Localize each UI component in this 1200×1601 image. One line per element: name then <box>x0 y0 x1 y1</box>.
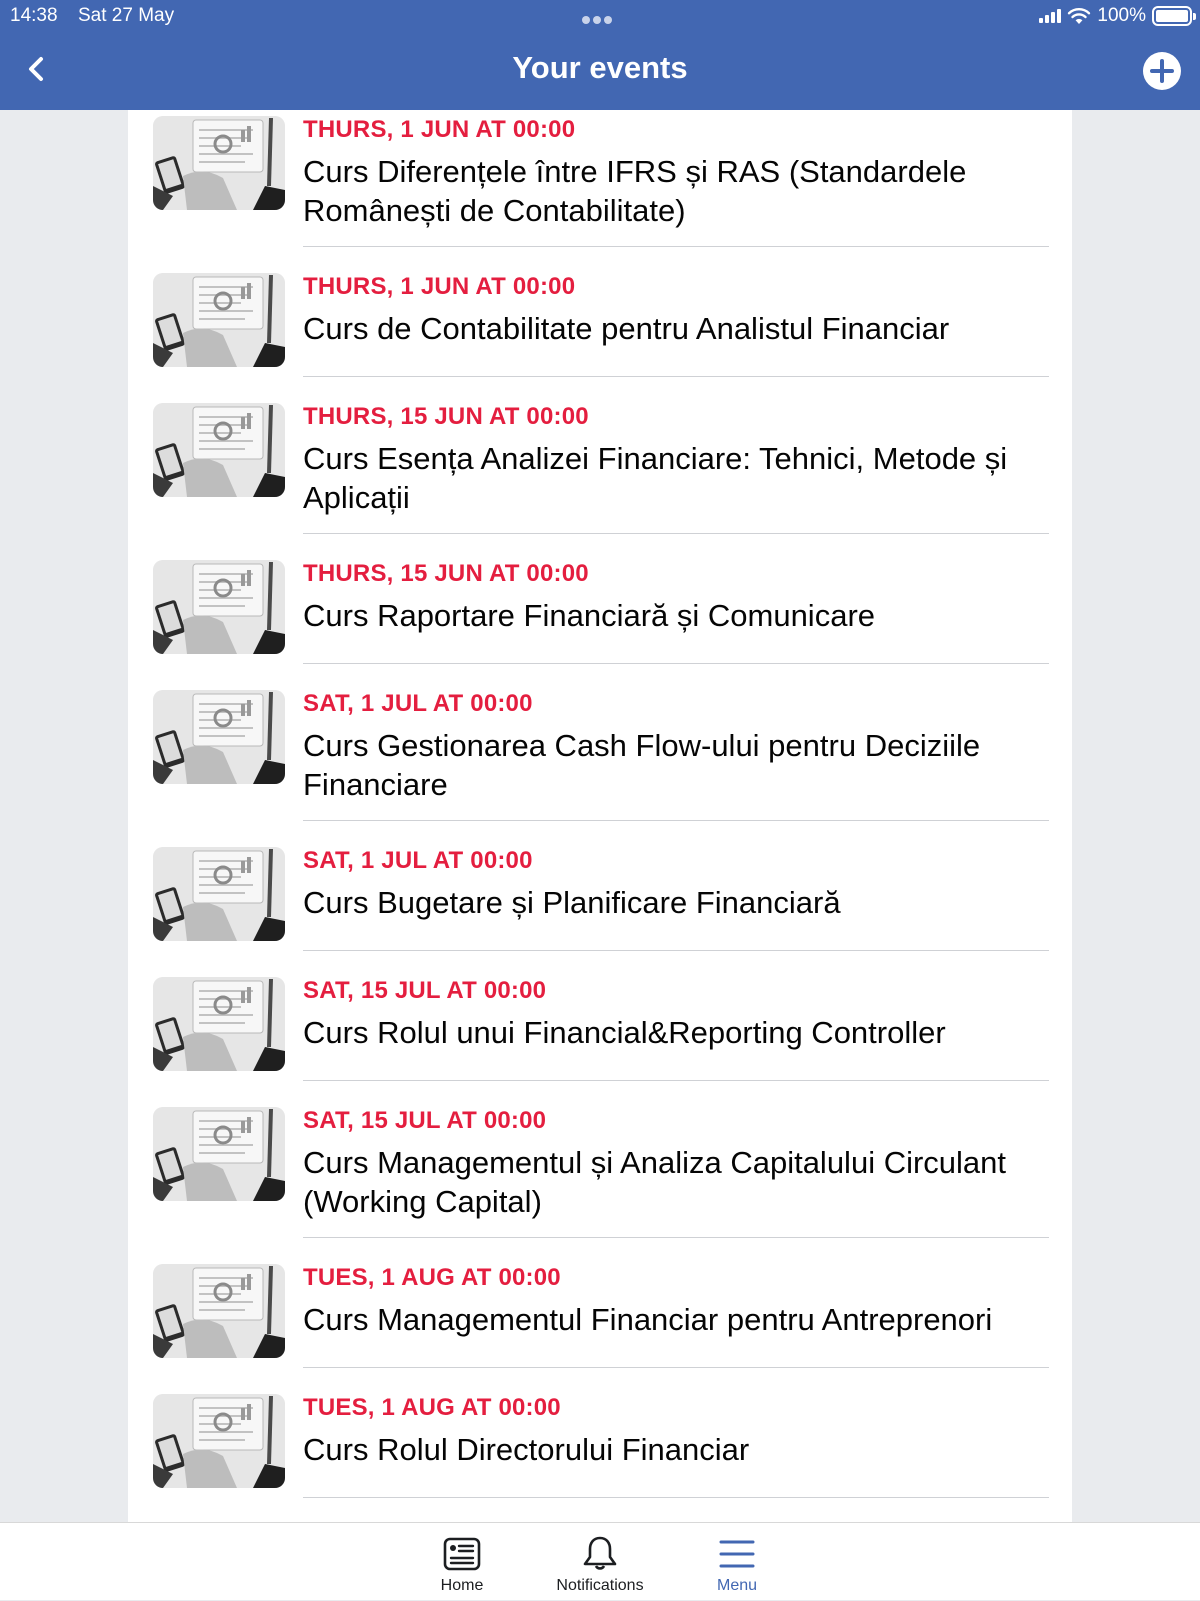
event-text: TUES, 1 AUG AT 00:00 Curs Managementul Fi… <box>303 1264 1048 1339</box>
event-date: SAT, 15 JUL AT 00:00 <box>303 1107 547 1134</box>
event-text: SAT, 1 JUL AT 00:00 Curs Gestionarea Cash… <box>303 690 1048 804</box>
add-event-button[interactable] <box>1143 52 1181 90</box>
event-thumbnail-image <box>153 273 285 367</box>
event-row[interactable]: SAT, 1 JUL AT 00:00 Curs Gestionarea Cash… <box>128 664 1072 821</box>
event-text: THURS, 1 JUN AT 00:00 Curs de Contabilita… <box>303 273 1048 348</box>
event-thumbnail[interactable] <box>153 847 285 941</box>
event-row[interactable]: THURS, 15 JUN AT 00:00 Curs Esența Analiz… <box>128 377 1072 534</box>
event-thumbnail[interactable] <box>153 1264 285 1358</box>
signal-icon <box>1039 9 1062 23</box>
navigation-bar: 14:38 Sat 27 May 100% Your events <box>0 0 1200 110</box>
event-thumbnail-image <box>153 403 285 497</box>
event-title[interactable]: Curs Raportare Financiară și Comunicare <box>303 596 1048 635</box>
event-title[interactable]: Curs Managementul și Analiza Capitalului… <box>303 1143 1048 1221</box>
event-thumbnail-image <box>153 977 285 1071</box>
tab-notifications-label: Notifications <box>556 1577 644 1594</box>
multitasking-dots-icon[interactable] <box>582 11 618 24</box>
event-thumbnail-image <box>153 1107 285 1201</box>
event-row[interactable]: THURS, 1 JUN AT 00:00 Curs de Contabilita… <box>128 247 1072 377</box>
status-indicators: 100% <box>1039 4 1196 28</box>
event-date: THURS, 1 JUN AT 00:00 <box>303 273 576 300</box>
menu-icon <box>719 1540 755 1568</box>
event-row[interactable]: SAT, 1 JUL AT 00:00 Curs Bugetare și Plan… <box>128 821 1072 951</box>
news-feed-icon <box>443 1537 481 1571</box>
event-title[interactable]: Curs Gestionarea Cash Flow-ului pentru D… <box>303 726 1048 804</box>
event-date: THURS, 1 JUN AT 00:00 <box>303 116 576 143</box>
event-thumbnail[interactable] <box>153 116 285 210</box>
event-date: THURS, 15 JUN AT 00:00 <box>303 560 589 587</box>
event-thumbnail[interactable] <box>153 1107 285 1201</box>
event-row[interactable]: THURS, 1 JUN AT 00:00 Curs Diferențele în… <box>128 110 1072 247</box>
tab-home[interactable]: Home <box>392 1523 532 1601</box>
event-text: SAT, 15 JUL AT 00:00 Curs Rolul unui Fina… <box>303 977 1048 1052</box>
event-title[interactable]: Curs Rolul Directorului Financiar <box>303 1430 1048 1469</box>
event-row[interactable]: THURS, 15 JUN AT 00:00 Curs Raportare Fin… <box>128 534 1072 664</box>
page-title: Your events <box>512 50 688 85</box>
event-thumbnail[interactable] <box>153 273 285 367</box>
tab-home-label: Home <box>440 1577 484 1594</box>
event-title[interactable]: Curs Bugetare și Planificare Financiară <box>303 883 1048 922</box>
event-title[interactable]: Curs Rolul unui Financial&Reporting Cont… <box>303 1013 1048 1052</box>
event-thumbnail[interactable] <box>153 977 285 1071</box>
tab-menu-label: Menu <box>716 1577 758 1594</box>
event-date: SAT, 15 JUL AT 00:00 <box>303 977 547 1004</box>
event-thumbnail-image <box>153 1394 285 1488</box>
event-date: TUES, 1 AUG AT 00:00 <box>303 1264 561 1291</box>
event-thumbnail-image <box>153 560 285 654</box>
event-text: SAT, 15 JUL AT 00:00 Curs Managementul și… <box>303 1107 1048 1221</box>
bell-icon <box>583 1536 617 1570</box>
event-thumbnail-image <box>153 1264 285 1358</box>
event-thumbnail[interactable] <box>153 1394 285 1488</box>
event-title[interactable]: Curs Managementul Financiar pentru Antre… <box>303 1300 1048 1339</box>
event-title[interactable]: Curs Esența Analizei Financiare: Tehnici… <box>303 439 1048 517</box>
event-text: SAT, 1 JUL AT 00:00 Curs Bugetare și Plan… <box>303 847 1048 922</box>
event-date: THURS, 15 JUN AT 00:00 <box>303 403 589 430</box>
event-date: SAT, 1 JUL AT 00:00 <box>303 690 533 717</box>
row-divider <box>303 1497 1049 1498</box>
event-text: THURS, 15 JUN AT 00:00 Curs Raportare Fin… <box>303 560 1048 635</box>
event-title[interactable]: Curs de Contabilitate pentru Analistul F… <box>303 309 1048 348</box>
event-title[interactable]: Curs Diferențele între IFRS și RAS (Stan… <box>303 152 1048 230</box>
event-row[interactable]: TUES, 1 AUG AT 00:00 Curs Rolul Directoru… <box>128 1368 1072 1498</box>
status-time: 14:38 <box>10 5 58 26</box>
event-thumbnail-image <box>153 847 285 941</box>
status-date: Sat 27 May <box>78 5 175 26</box>
event-text: THURS, 1 JUN AT 00:00 Curs Diferențele în… <box>303 116 1048 230</box>
event-text: TUES, 1 AUG AT 00:00 Curs Rolul Directoru… <box>303 1394 1048 1469</box>
event-thumbnail[interactable] <box>153 690 285 784</box>
event-thumbnail[interactable] <box>153 403 285 497</box>
tab-bar: Home Notifications Menu <box>0 1522 1200 1600</box>
battery-percentage: 100% <box>1097 5 1146 26</box>
event-row[interactable]: TUES, 1 AUG AT 00:00 Curs Managementul Fi… <box>128 1238 1072 1368</box>
event-date: TUES, 1 AUG AT 00:00 <box>303 1394 561 1421</box>
events-list[interactable]: THURS, 1 JUN AT 00:00 Curs Diferențele în… <box>128 110 1072 1522</box>
event-text: THURS, 15 JUN AT 00:00 Curs Esența Analiz… <box>303 403 1048 517</box>
event-row[interactable]: SAT, 15 JUL AT 00:00 Curs Managementul și… <box>128 1081 1072 1238</box>
event-thumbnail-image <box>153 690 285 784</box>
tab-menu[interactable]: Menu <box>667 1523 807 1601</box>
event-row[interactable]: SAT, 15 JUL AT 00:00 Curs Rolul unui Fina… <box>128 951 1072 1081</box>
event-thumbnail[interactable] <box>153 560 285 654</box>
plus-circle-icon <box>1150 59 1174 83</box>
event-date: SAT, 1 JUL AT 00:00 <box>303 847 533 874</box>
tab-notifications[interactable]: Notifications <box>530 1523 670 1601</box>
event-thumbnail-image <box>153 116 285 210</box>
battery-icon <box>1152 6 1196 26</box>
wifi-icon <box>1068 8 1091 24</box>
